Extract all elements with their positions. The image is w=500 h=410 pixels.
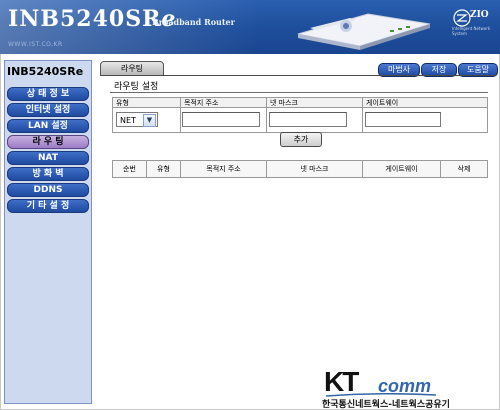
form-header-type: 유형 <box>113 98 181 108</box>
menu-status[interactable]: 상 태 정 보 <box>7 87 89 101</box>
gateway-cell <box>363 108 487 132</box>
menu-firewall[interactable]: 방 화 벽 <box>7 167 89 181</box>
list-header-type: 유형 <box>147 161 181 177</box>
section-title: 라우팅 설정 <box>114 82 159 92</box>
kt-caption: 한국통신네트웍스-네트웍스공유기 <box>322 400 450 410</box>
brand-url: WWW.IST.CO.KR <box>8 41 63 48</box>
type-cell: NET ▼ <box>113 108 181 132</box>
destination-cell <box>181 108 267 132</box>
form-header-destination: 목적지 주소 <box>181 98 267 108</box>
list-header-destination: 목적지 주소 <box>181 161 267 177</box>
zio-logo-text: ZIO <box>470 10 489 20</box>
router-image <box>297 13 431 50</box>
zio-tagline: Intelligent Network System <box>452 26 491 36</box>
brand-main: INB5240SR <box>8 6 162 32</box>
section-divider <box>110 92 488 93</box>
menu-nat[interactable]: NAT <box>7 151 89 165</box>
menu-routing[interactable]: 라 우 팅 <box>7 135 89 149</box>
list-header-index: 순번 <box>113 161 147 177</box>
list-header-gateway: 게이트웨이 <box>363 161 441 177</box>
tab-routing[interactable]: 라우팅 <box>100 61 164 76</box>
netmask-cell <box>267 108 363 132</box>
brand-subtitle: Broadband Router <box>152 17 235 27</box>
add-button[interactable]: 추가 <box>280 132 322 147</box>
type-select-value: NET <box>120 116 136 125</box>
list-header-netmask: 넷 마스크 <box>267 161 363 177</box>
sidebar: INB5240SRe 상 태 정 보 인터넷 설정 LAN 설정 라 우 팅 N… <box>4 60 92 404</box>
menu-ddns[interactable]: DDNS <box>7 183 89 197</box>
form-header-netmask: 넷 마스크 <box>267 98 363 108</box>
type-select[interactable]: NET ▼ <box>116 112 158 127</box>
list-header-delete: 삭제 <box>457 165 471 173</box>
menu-other-settings[interactable]: 기 타 설 정 <box>7 199 89 213</box>
main-content: 라우팅 마법사 저장 도움말 라우팅 설정 유형 목적지 주소 넷 마스크 게이… <box>96 60 498 360</box>
sidebar-model-title: INB5240SRe <box>7 65 84 78</box>
tab-divider <box>100 75 496 76</box>
destination-input[interactable] <box>182 112 260 127</box>
gateway-input[interactable] <box>365 112 441 127</box>
route-entry-form: 유형 목적지 주소 넷 마스크 게이트웨이 NET ▼ <box>112 97 488 133</box>
chevron-down-icon[interactable]: ▼ <box>143 114 156 127</box>
route-list-header: 순번 유형 목적지 주소 넷 마스크 게이트웨이 삭제 <box>112 160 488 178</box>
kt-comm-logo: KT comm 한국통신네트웍스-네트웍스공유기 <box>318 366 498 410</box>
menu-internet-settings[interactable]: 인터넷 설정 <box>7 103 89 117</box>
form-header-gateway: 게이트웨이 <box>363 98 487 108</box>
header-banner: INB5240SRe Broadband Router WWW.IST.CO.K… <box>0 0 500 54</box>
netmask-input[interactable] <box>269 112 347 127</box>
menu-lan-settings[interactable]: LAN 설정 <box>7 119 89 133</box>
